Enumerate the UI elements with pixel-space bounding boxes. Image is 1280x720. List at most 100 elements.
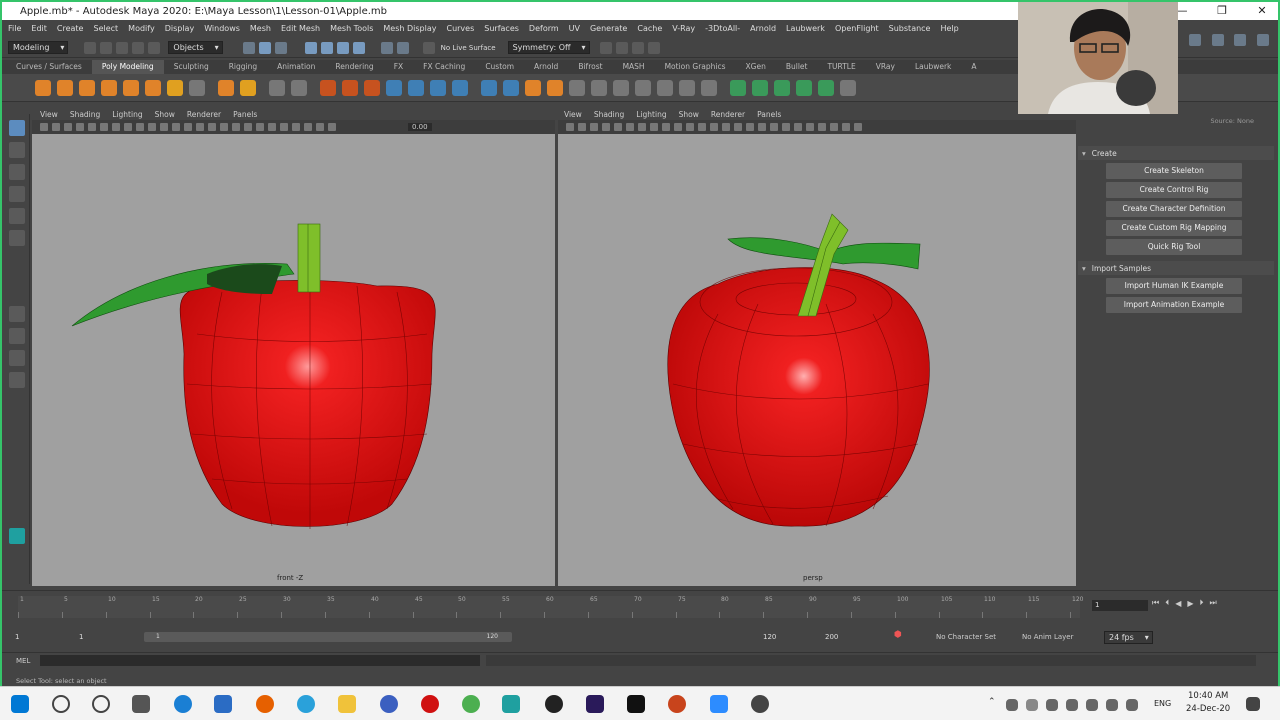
menu-display[interactable]: Display bbox=[165, 24, 195, 33]
select-by-object-icon[interactable] bbox=[258, 41, 271, 54]
after-effects-icon[interactable] bbox=[586, 695, 604, 713]
shelf-tab-vray[interactable]: VRay bbox=[866, 60, 905, 74]
shelf-tab-animation[interactable]: Animation bbox=[267, 60, 325, 74]
right-menu-shading[interactable]: Shading bbox=[594, 110, 624, 119]
live-surface-icon[interactable] bbox=[422, 41, 435, 54]
default-material-icon[interactable] bbox=[196, 123, 204, 131]
fps-dropdown[interactable]: 24 fps bbox=[1104, 631, 1153, 644]
snap-plane-icon[interactable] bbox=[352, 41, 365, 54]
open-scene-icon[interactable] bbox=[100, 41, 113, 54]
persp-image-plane-icon[interactable] bbox=[602, 123, 610, 131]
poly-cone-icon[interactable] bbox=[101, 79, 117, 96]
select-tool-icon[interactable] bbox=[8, 120, 25, 136]
shelf-tab-bullet[interactable]: Bullet bbox=[776, 60, 818, 74]
app-icon[interactable] bbox=[380, 695, 398, 713]
time-ruler[interactable]: 1 5 10 15 20 25 30 35 40 45 50 55 60 65 70 75 80 85 90 95 10… bbox=[18, 596, 1083, 618]
shelf-tab-a[interactable]: A bbox=[961, 60, 986, 74]
left-menu-lighting[interactable]: Lighting bbox=[112, 110, 142, 119]
shelf-tab-xgen[interactable]: XGen bbox=[736, 60, 776, 74]
ipr-render-icon[interactable] bbox=[631, 41, 644, 54]
persp-xray-joints-icon[interactable] bbox=[842, 123, 850, 131]
select-by-component-icon[interactable] bbox=[274, 41, 287, 54]
render-view-icon[interactable] bbox=[599, 41, 612, 54]
xray-icon[interactable] bbox=[304, 123, 312, 131]
volume-icon[interactable] bbox=[1106, 699, 1118, 711]
objects-dropdown[interactable]: Objects bbox=[168, 41, 223, 54]
import-samples-section-header[interactable]: Import Samples bbox=[1078, 261, 1274, 275]
anti-alias-icon[interactable] bbox=[268, 123, 276, 131]
new-scene-icon[interactable] bbox=[84, 41, 97, 54]
persp-camera-select-icon[interactable] bbox=[566, 123, 574, 131]
film-gate-icon[interactable] bbox=[100, 123, 108, 131]
shelf-tab-rigging[interactable]: Rigging bbox=[219, 60, 267, 74]
shadows-icon[interactable] bbox=[232, 123, 240, 131]
wifi-icon[interactable] bbox=[1086, 699, 1098, 711]
paint-select-icon[interactable] bbox=[8, 164, 25, 180]
auto-uv-icon[interactable] bbox=[774, 79, 790, 96]
textured-icon[interactable] bbox=[208, 123, 216, 131]
right-menu-show[interactable]: Show bbox=[679, 110, 699, 119]
render-settings-icon[interactable] bbox=[647, 41, 660, 54]
slide-edge-icon[interactable] bbox=[679, 79, 695, 96]
menu-curves[interactable]: Curves bbox=[446, 24, 474, 33]
undo-icon[interactable] bbox=[132, 41, 145, 54]
auto-key-icon[interactable]: ⬢ bbox=[894, 630, 902, 640]
super-shape-icon[interactable] bbox=[189, 79, 205, 96]
persp-textured-icon[interactable] bbox=[734, 123, 742, 131]
maps-icon[interactable] bbox=[545, 695, 563, 713]
left-menu-shading[interactable]: Shading bbox=[70, 110, 100, 119]
play-back-icon[interactable]: ◀ bbox=[1175, 599, 1181, 608]
shelf-tab-custom[interactable]: Custom bbox=[475, 60, 524, 74]
create-section-header[interactable]: Create bbox=[1078, 146, 1274, 160]
snap-grid-icon[interactable] bbox=[304, 41, 317, 54]
live-surface-label[interactable]: No Live Surface bbox=[441, 44, 496, 52]
persp-safe-title-icon[interactable] bbox=[686, 123, 694, 131]
shelf-tab-fx[interactable]: FX bbox=[384, 60, 413, 74]
left-menu-show[interactable]: Show bbox=[155, 110, 175, 119]
shelf-tab-laubwerk[interactable]: Laubwerk bbox=[905, 60, 961, 74]
menu-cache[interactable]: Cache bbox=[637, 24, 662, 33]
edge-browser-icon[interactable] bbox=[174, 695, 192, 713]
persp-film-gate-icon[interactable] bbox=[626, 123, 634, 131]
create-custom-rig-mapping-button[interactable]: Create Custom Rig Mapping bbox=[1106, 220, 1242, 236]
outliner-layout-icon[interactable] bbox=[8, 372, 25, 388]
task-view-icon[interactable] bbox=[132, 695, 150, 713]
store-icon[interactable] bbox=[214, 695, 232, 713]
attribute-editor-icon[interactable] bbox=[1211, 34, 1224, 46]
menu-mesh[interactable]: Mesh bbox=[250, 24, 271, 33]
svg-icon[interactable] bbox=[240, 79, 256, 96]
smooth-icon[interactable] bbox=[320, 79, 336, 96]
persp-resolution-gate-icon[interactable] bbox=[638, 123, 646, 131]
playback-start-field[interactable]: 1 bbox=[76, 632, 136, 643]
cut-uv-icon[interactable] bbox=[840, 79, 856, 96]
go-to-start-icon[interactable]: ⏮ bbox=[1152, 598, 1159, 608]
menu-mesh-display[interactable]: Mesh Display bbox=[383, 24, 436, 33]
persp-ao-icon[interactable] bbox=[770, 123, 778, 131]
menu-generate[interactable]: Generate bbox=[590, 24, 627, 33]
quad-draw-icon[interactable] bbox=[591, 79, 607, 96]
create-control-rig-button[interactable]: Create Control Rig bbox=[1106, 182, 1242, 198]
rotate-tool-icon[interactable] bbox=[8, 208, 25, 224]
poly-cube-icon[interactable] bbox=[57, 79, 73, 96]
circularize-icon[interactable] bbox=[657, 79, 673, 96]
start-frame-field[interactable]: 1 bbox=[12, 632, 70, 643]
single-pane-layout-icon[interactable] bbox=[8, 306, 25, 322]
poly-plane-icon[interactable] bbox=[145, 79, 161, 96]
gate-mask-icon[interactable] bbox=[124, 123, 132, 131]
field-chart-icon[interactable] bbox=[136, 123, 144, 131]
safe-title-icon[interactable] bbox=[160, 123, 168, 131]
flip-icon[interactable] bbox=[701, 79, 717, 96]
wireframe-icon[interactable] bbox=[172, 123, 180, 131]
shelf-tab-rendering[interactable]: Rendering bbox=[325, 60, 383, 74]
bevel-icon[interactable] bbox=[452, 79, 468, 96]
cortana-icon[interactable] bbox=[92, 695, 110, 713]
left-menu-panels[interactable]: Panels bbox=[233, 110, 257, 119]
lights-icon[interactable] bbox=[220, 123, 228, 131]
menu-3dtoall[interactable]: -3DtoAll- bbox=[705, 24, 740, 33]
persp-field-chart-icon[interactable] bbox=[662, 123, 670, 131]
lasso-tool-icon[interactable] bbox=[8, 142, 25, 158]
menu-vray[interactable]: V-Ray bbox=[672, 24, 695, 33]
shelf-tab-curves-surfaces[interactable]: Curves / Surfaces bbox=[6, 60, 92, 74]
target-weld-icon[interactable] bbox=[547, 79, 563, 96]
shelf-tab-poly-modeling[interactable]: Poly Modeling bbox=[91, 60, 164, 74]
